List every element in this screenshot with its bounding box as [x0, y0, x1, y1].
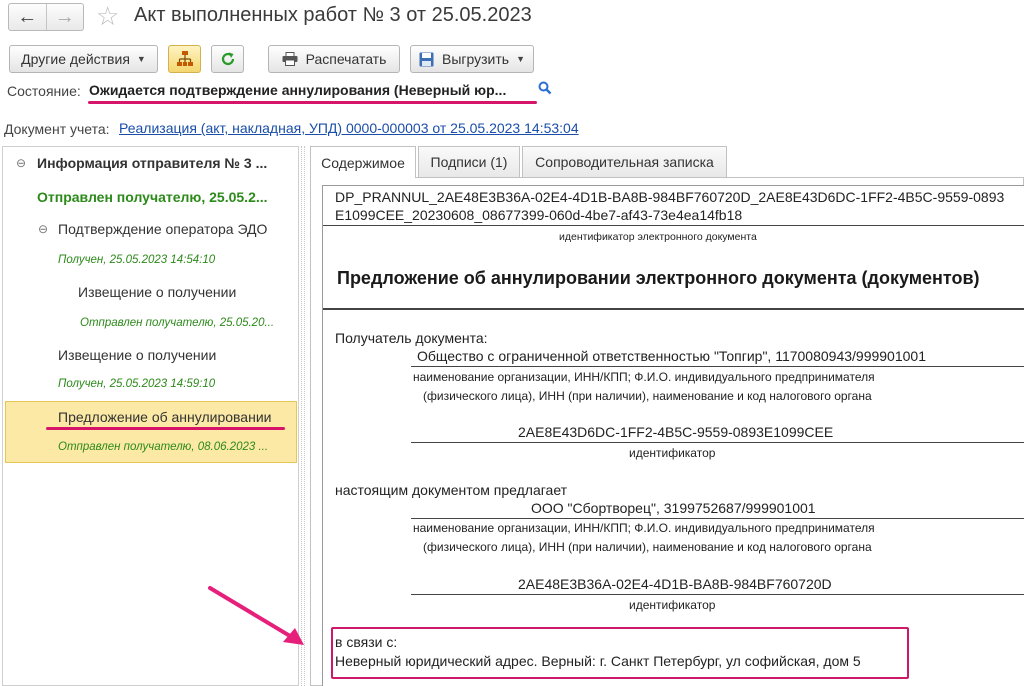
accounting-doc-label: Документ учета: — [4, 121, 110, 137]
tree-item-status[interactable]: Отправлен получателю, 08.06.2023 ... — [58, 441, 268, 453]
export-button[interactable]: Выгрузить ▼ — [410, 45, 534, 73]
state-value: Ожидается подтверждение аннулирования (Н… — [89, 82, 507, 98]
tree-item-status[interactable]: Отправлен получателю, 25.05.20... — [80, 317, 274, 329]
annotation-arrow-icon — [208, 586, 304, 645]
org-caption: наименование организации, ИНН/КПП; Ф.И.О… — [413, 521, 875, 535]
reason-value: Неверный юридический адрес. Верный: г. С… — [335, 653, 861, 669]
highlight-underline — [88, 101, 537, 104]
org-caption: наименование организации, ИНН/КПП; Ф.И.О… — [413, 370, 875, 384]
divider — [411, 442, 1024, 443]
collapse-icon[interactable]: ⊖ — [38, 222, 48, 236]
id-caption: идентификатор — [629, 446, 716, 460]
sender-value: ООО "Сбортворец", 3199752687/999901001 — [531, 500, 816, 516]
proposes-label: настоящим документом предлагает — [335, 482, 568, 498]
tab-cover-note[interactable]: Сопроводительная записка — [522, 146, 727, 177]
printer-icon — [282, 52, 298, 66]
document-heading: Предложение об аннулировании электронног… — [337, 268, 980, 288]
divider — [411, 366, 1024, 367]
tree-item-status[interactable]: Получен, 25.05.2023 14:54:10 — [58, 254, 215, 266]
dropdown-caret-icon: ▼ — [136, 54, 146, 64]
dropdown-caret-icon: ▼ — [516, 54, 525, 64]
arrow-left-icon[interactable]: ← — [9, 4, 47, 30]
accounting-doc-link[interactable]: Реализация (акт, накладная, УПД) 0000-00… — [119, 120, 579, 136]
reason-label: в связи с: — [335, 634, 398, 650]
tree-item-cancellation-offer[interactable]: Предложение об аннулировании — [58, 409, 271, 425]
file-id-caption: идентификатор электронного документа — [559, 231, 757, 243]
refresh-icon — [221, 52, 234, 66]
sender-id: 2AE48E3B36A-02E4-4D1B-BA8B-984BF760720D — [518, 576, 832, 592]
tab-signatures[interactable]: Подписи (1) — [418, 146, 520, 177]
document-preview: DP_PRANNUL_2AE48E3B36A-02E4-4D1B-BA8B-98… — [322, 185, 1024, 686]
print-label: Распечатать — [305, 51, 387, 67]
export-label: Выгрузить — [441, 51, 510, 67]
tree-item-sender-info[interactable]: Информация отправителя № 3 ... — [37, 155, 267, 171]
floppy-disk-icon — [419, 52, 434, 67]
id-caption: идентификатор — [629, 598, 716, 612]
divider — [323, 225, 1024, 226]
hierarchy-button[interactable] — [168, 45, 201, 73]
other-actions-label: Другие действия — [21, 51, 130, 67]
tree-item-status[interactable]: Отправлен получателю, 25.05.2... — [37, 189, 268, 205]
tree-item-receipt-notice[interactable]: Извещение о получении — [78, 284, 236, 300]
divider — [411, 594, 1024, 595]
file-id-line: DP_PRANNUL_2AE48E3B36A-02E4-4D1B-BA8B-98… — [335, 189, 1005, 205]
org-caption: (физического лица), ИНН (при наличии), н… — [423, 389, 872, 403]
divider — [323, 308, 1024, 310]
tree-item-receipt-notice[interactable]: Извещение о получении — [58, 347, 216, 363]
search-icon[interactable] — [538, 81, 552, 100]
file-id-line: E1099CEE_20230608_08677399-060d-4be7-af4… — [335, 207, 743, 223]
highlight-underline — [46, 427, 285, 430]
recipient-id: 2AE8E43D6DC-1FF2-4B5C-9559-0893E1099CEE — [518, 424, 834, 440]
recipient-value: Общество с ограниченной ответственностью… — [417, 348, 926, 364]
hierarchy-icon — [176, 51, 193, 66]
divider — [411, 518, 1024, 519]
print-button[interactable]: Распечатать — [268, 45, 400, 73]
refresh-button[interactable] — [211, 45, 244, 73]
org-caption: (физического лица), ИНН (при наличии), н… — [423, 540, 872, 554]
navigation-buttons: ← → — [8, 3, 84, 31]
tab-content[interactable]: Содержимое — [310, 146, 416, 178]
star-icon[interactable]: ☆ — [96, 1, 119, 31]
window-title: Акт выполненных работ № 3 от 25.05.2023 — [134, 4, 532, 26]
collapse-icon[interactable]: ⊖ — [16, 156, 26, 170]
tree-item-operator-confirmation[interactable]: Подтверждение оператора ЭДО — [58, 221, 267, 237]
other-actions-button[interactable]: Другие действия ▼ — [9, 45, 158, 73]
state-label: Состояние: — [7, 83, 81, 99]
tree-item-status[interactable]: Получен, 25.05.2023 14:59:10 — [58, 378, 215, 390]
arrow-right-icon[interactable]: → — [47, 4, 84, 30]
recipient-label: Получатель документа: — [335, 330, 488, 346]
